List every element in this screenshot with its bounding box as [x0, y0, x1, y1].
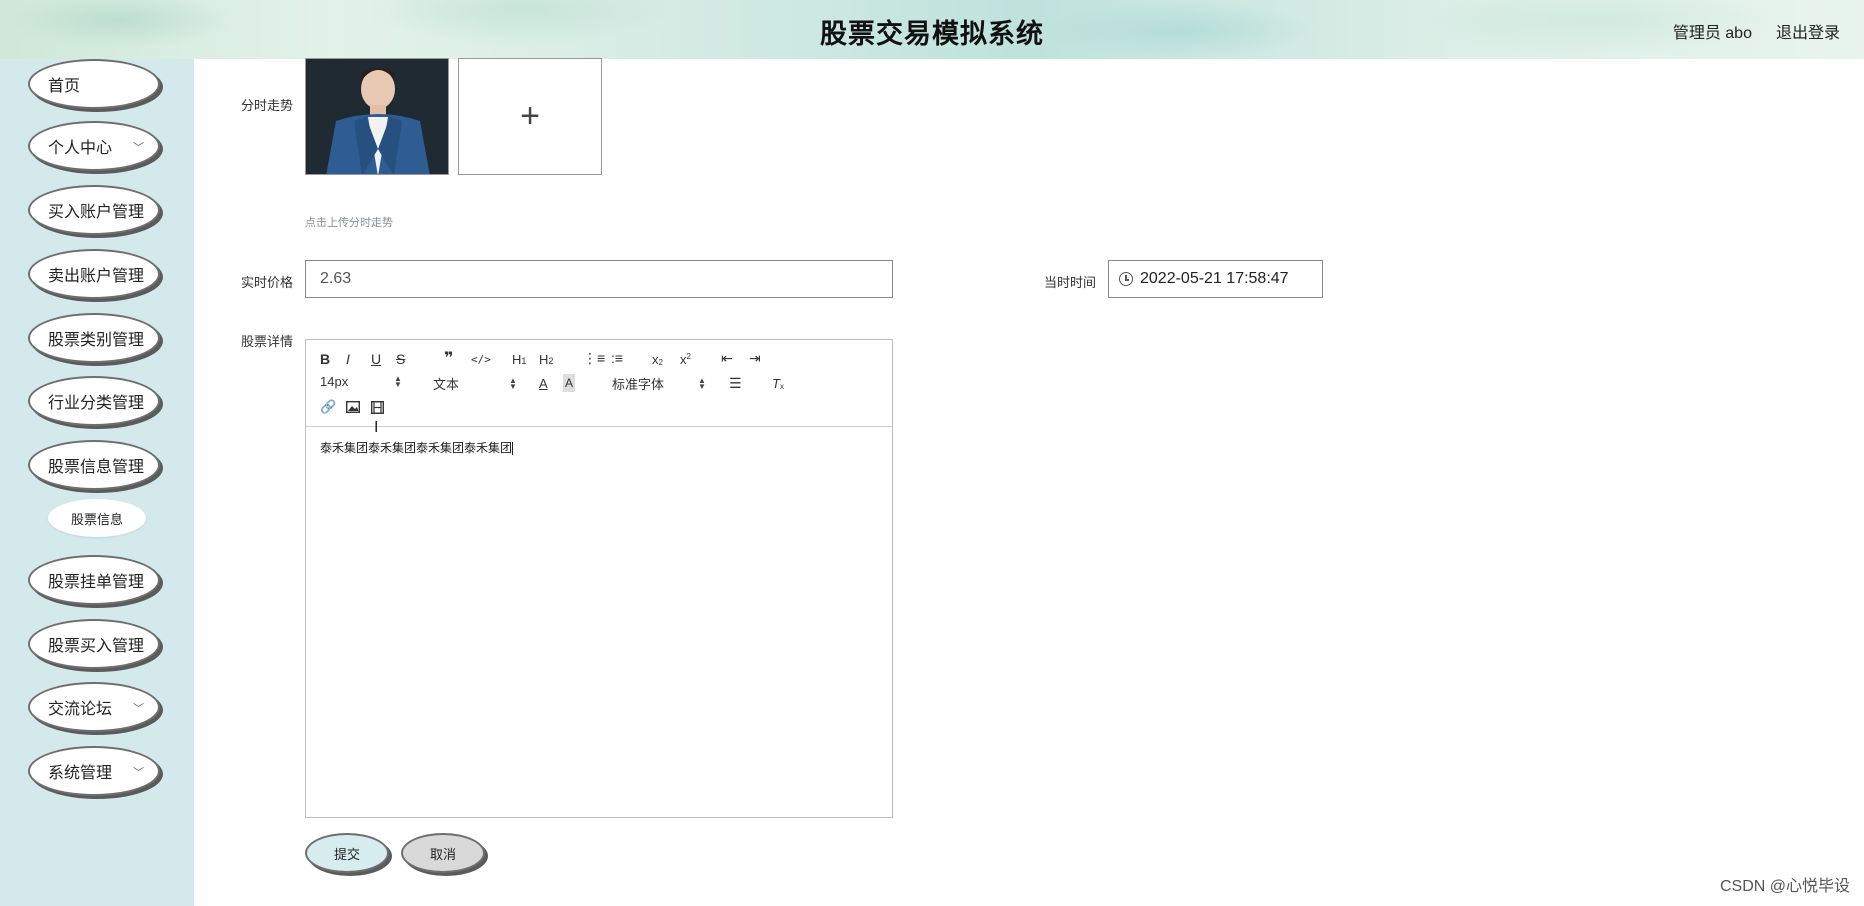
video-icon[interactable]	[371, 398, 384, 416]
sidebar-item-label: 股票类别管理	[48, 332, 145, 349]
editor-content[interactable]: 泰禾集团泰禾集团泰禾集团泰禾集团	[306, 427, 892, 468]
time-input[interactable]: 2022-05-21 17:58:47	[1108, 260, 1323, 298]
sidebar-item-label: 股票信息管理	[48, 459, 145, 476]
sidebar-item-system[interactable]: 系统管理 ﹀	[28, 746, 160, 796]
user-area: 管理员 abo 退出登录	[1673, 19, 1840, 43]
background-color-icon[interactable]: A	[563, 374, 576, 392]
heading2-icon[interactable]: H2	[539, 350, 553, 368]
code-icon[interactable]: </>	[471, 350, 491, 368]
bold-icon[interactable]: B	[320, 350, 330, 368]
submit-button[interactable]: 提交	[305, 833, 389, 873]
chevron-down-icon: ﹀	[133, 142, 144, 154]
text-caret	[512, 442, 514, 456]
clear-format-icon[interactable]: Tx	[772, 374, 784, 392]
trend-image-thumbnail[interactable]	[305, 58, 449, 175]
time-label: 当时时间	[1043, 275, 1096, 290]
indent-icon[interactable]: ⇥	[749, 349, 761, 367]
ordered-list-icon[interactable]: ⋮≡	[583, 349, 605, 367]
select-arrows-icon: ▲ ▼	[394, 373, 402, 389]
sidebar-item-industry[interactable]: 行业分类管理	[28, 376, 160, 426]
sidebar-item-label: 个人中心	[48, 140, 113, 157]
strikethrough-icon[interactable]: S	[396, 350, 405, 368]
bullet-list-icon[interactable]: :≡	[611, 349, 623, 367]
clock-icon	[1119, 272, 1133, 286]
time-value: 2022-05-21 17:58:47	[1140, 270, 1289, 287]
sidebar-item-label: 系统管理	[48, 765, 113, 782]
image-icon[interactable]	[346, 398, 360, 416]
sidebar-item-forum[interactable]: 交流论坛 ﹀	[28, 682, 160, 732]
outdent-icon[interactable]: ⇤	[721, 349, 733, 367]
font-size-value: 14px	[320, 374, 349, 389]
price-label: 实时价格	[240, 275, 293, 290]
align-icon[interactable]: ☰	[729, 374, 742, 392]
upload-trend-button[interactable]: +	[458, 58, 602, 175]
sidebar-item-label: 股票买入管理	[48, 638, 145, 655]
superscript-icon[interactable]: x2	[680, 350, 691, 368]
select-arrows-icon: ▲ ▼	[509, 375, 517, 391]
select-arrows-icon: ▲ ▼	[698, 375, 706, 391]
sidebar: 首页 个人中心 ﹀ 买入账户管理 卖出账户管理 股票类别管理 行业分类管理 股票信…	[0, 59, 194, 906]
sidebar-item-stock-info[interactable]: 股票信息管理	[28, 440, 160, 490]
underline-icon[interactable]: U	[371, 350, 381, 368]
chevron-down-icon: ﹀	[133, 703, 144, 715]
font-family-value: 标准字体	[612, 377, 665, 392]
editor-text: 泰禾集团泰禾集团泰禾集团泰禾集团	[320, 441, 513, 455]
blockquote-icon[interactable]: ❞	[444, 349, 453, 367]
sidebar-item-label: 行业分类管理	[48, 395, 145, 412]
block-format-value: 文本	[433, 377, 460, 392]
rich-text-editor: B I U S ❞ </> H1 H2 ⋮≡ :≡ x2 x2 ⇤ ⇥ 14px…	[305, 339, 893, 818]
heading1-icon[interactable]: H1	[512, 350, 526, 368]
sidebar-item-buy-account[interactable]: 买入账户管理	[28, 185, 160, 235]
sidebar-item-stock-order[interactable]: 股票挂单管理	[28, 555, 160, 605]
sidebar-subitem-stock-info[interactable]: 股票信息	[48, 499, 146, 537]
sidebar-item-stock-category[interactable]: 股票类别管理	[28, 313, 160, 363]
watermark: CSDN @心悦毕设	[1719, 878, 1850, 895]
price-input[interactable]: 2.63	[305, 260, 893, 298]
sidebar-item-label: 首页	[48, 78, 81, 95]
sidebar-item-home[interactable]: 首页	[28, 59, 160, 109]
font-color-icon[interactable]: A	[539, 374, 548, 392]
upload-hint: 点击上传分时走势	[305, 217, 393, 229]
chevron-down-icon: ﹀	[133, 767, 144, 779]
logout-link[interactable]: 退出登录	[1776, 19, 1840, 43]
sidebar-item-label: 买入账户管理	[48, 204, 145, 221]
user-label[interactable]: 管理员 abo	[1673, 19, 1752, 43]
sidebar-item-sell-account[interactable]: 卖出账户管理	[28, 249, 160, 299]
plus-icon: +	[520, 97, 540, 135]
cancel-button[interactable]: 取消	[401, 833, 485, 873]
header: 股票交易模拟系统 管理员 abo 退出登录	[0, 0, 1864, 59]
sidebar-item-label: 卖出账户管理	[48, 268, 145, 285]
link-icon[interactable]: 🔗	[320, 398, 336, 416]
text-cursor-icon: I	[374, 419, 379, 436]
font-size-select[interactable]: 14px ▲ ▼	[320, 374, 402, 389]
subscript-icon[interactable]: x2	[652, 350, 663, 368]
video-glyph	[371, 400, 384, 414]
italic-icon[interactable]: I	[346, 350, 350, 368]
font-family-select[interactable]: 标准字体 ▲ ▼	[612, 374, 706, 393]
sidebar-item-label: 股票挂单管理	[48, 574, 145, 591]
image-glyph	[346, 401, 360, 413]
site-title: 股票交易模拟系统	[820, 19, 1044, 49]
sidebar-item-stock-buy[interactable]: 股票买入管理	[28, 619, 160, 669]
sidebar-item-personal-center[interactable]: 个人中心 ﹀	[28, 121, 160, 171]
trend-label: 分时走势	[240, 98, 293, 113]
sidebar-item-label: 交流论坛	[48, 701, 113, 718]
portrait-image	[306, 59, 448, 174]
editor-toolbar: B I U S ❞ </> H1 H2 ⋮≡ :≡ x2 x2 ⇤ ⇥ 14px…	[306, 340, 892, 427]
price-value: 2.63	[320, 270, 352, 287]
block-format-select[interactable]: 文本 ▲ ▼	[433, 374, 517, 393]
detail-label: 股票详情	[240, 334, 293, 349]
